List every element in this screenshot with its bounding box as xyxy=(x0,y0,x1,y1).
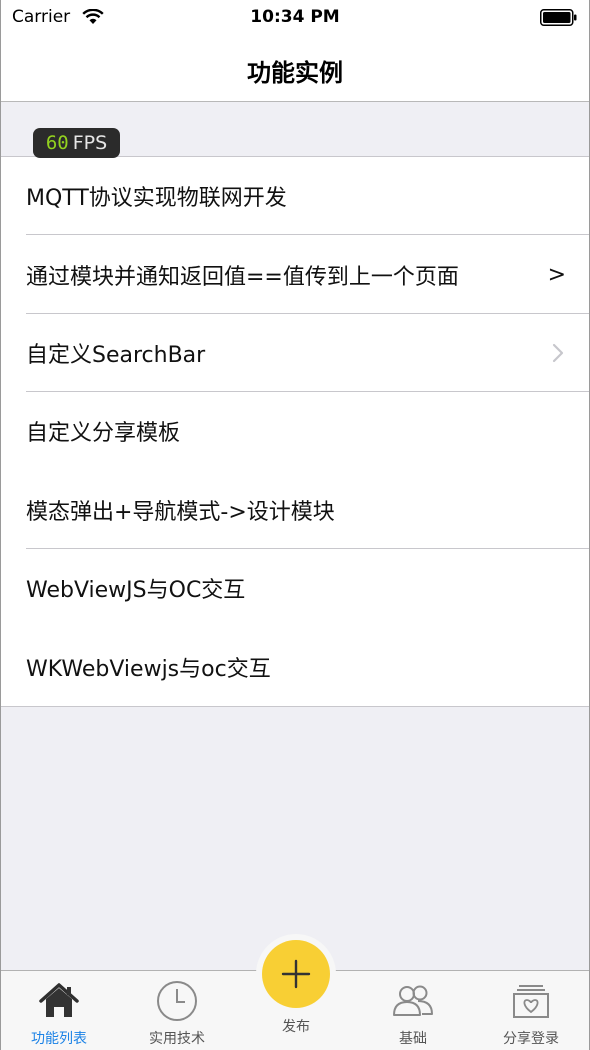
clock-icon xyxy=(157,981,197,1021)
list-item-mqtt[interactable]: MQTT协议实现物联网开发 xyxy=(0,157,590,236)
page-title: 功能实例 xyxy=(247,59,343,87)
battery-icon xyxy=(540,9,577,26)
fps-label: FPS xyxy=(72,132,108,154)
list-item-label: WKWebViewjs与oc交互 xyxy=(26,656,271,682)
tab-label: 实用技术 xyxy=(149,1031,205,1047)
list-item-label: 模态弹出+导航模式->设计模块 xyxy=(26,499,335,525)
tab-label: 分享登录 xyxy=(503,1031,559,1047)
list-item-label: 自定义SearchBar xyxy=(26,342,206,368)
list-item-modal-navigation[interactable]: 模态弹出+导航模式->设计模块 xyxy=(0,471,590,550)
list-item-module-callback[interactable]: 通过模块并通知返回值==值传到上一个页面 > xyxy=(0,235,590,315)
list-item-label: 通过模块并通知返回值==值传到上一个页面 xyxy=(26,264,459,290)
tab-share-login[interactable]: 分享登录 xyxy=(472,971,590,1050)
tab-feature-list[interactable]: 功能列表 xyxy=(0,971,118,1050)
status-bar: Carrier 10:34 PM xyxy=(0,0,590,36)
gift-box-icon xyxy=(513,985,549,1018)
home-icon xyxy=(39,983,79,1017)
fps-value: 60 xyxy=(45,132,69,154)
tab-label: 功能列表 xyxy=(31,1031,87,1047)
publish-button[interactable] xyxy=(262,940,330,1008)
feature-list: MQTT协议实现物联网开发 通过模块并通知返回值==值传到上一个页面 > 自定义… xyxy=(0,156,590,707)
tab-label: 基础 xyxy=(399,1031,427,1047)
list-item-searchbar[interactable]: 自定义SearchBar xyxy=(0,314,590,393)
list-item-label: MQTT协议实现物联网开发 xyxy=(26,186,287,212)
list-item-label: WebViewJS与OC交互 xyxy=(26,578,246,604)
plus-icon xyxy=(281,959,311,989)
chevron-right-icon xyxy=(552,343,564,363)
list-item-wkwebview-js[interactable]: WKWebViewjs与oc交互 xyxy=(0,627,590,705)
navigation-bar: 功能实例 xyxy=(0,36,590,102)
tab-basics[interactable]: 基础 xyxy=(354,971,472,1050)
tab-practical-tech[interactable]: 实用技术 xyxy=(118,971,236,1050)
status-time: 10:34 PM xyxy=(250,7,340,27)
publish-label: 发布 xyxy=(282,1019,310,1035)
people-icon xyxy=(393,985,433,1016)
disclosure-text: > xyxy=(547,262,566,288)
list-item-share-template[interactable]: 自定义分享模板 xyxy=(0,392,590,470)
list-item-webview-js[interactable]: WebViewJS与OC交互 xyxy=(0,549,590,627)
fps-badge: 60 FPS xyxy=(33,128,120,158)
list-item-label: 自定义分享模板 xyxy=(26,421,181,447)
